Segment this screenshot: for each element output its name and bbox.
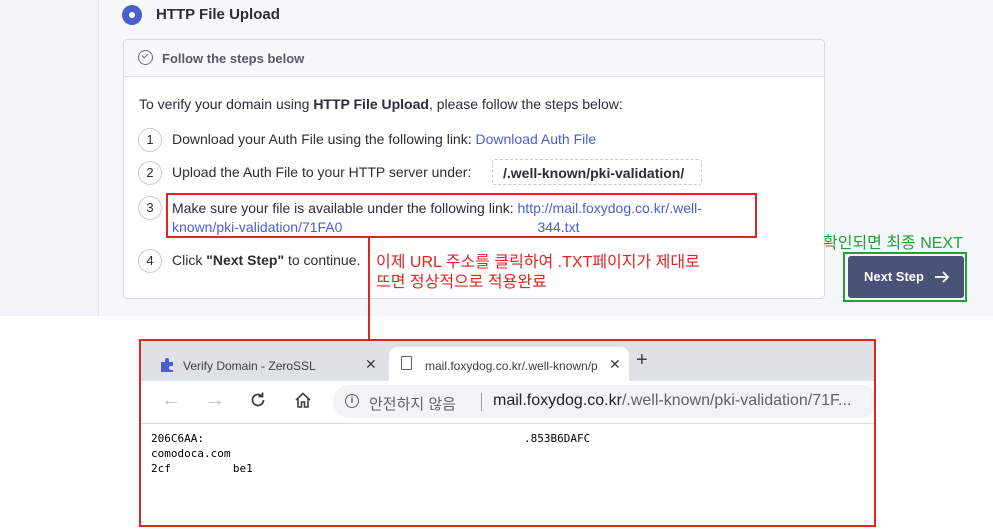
- http-upload-radio[interactable]: [122, 5, 142, 25]
- intro-prefix: To verify your domain using: [139, 96, 314, 112]
- step-1-label: Download your Auth File using the follow…: [172, 131, 476, 147]
- page-content: 206C6AA: .853B6DAFC comodoca.com 2cf be1: [151, 431, 590, 476]
- step-4-text: Click "Next Step" to continue.: [172, 252, 360, 268]
- tab-strip: Verify Domain - ZeroSSL ✕ mail.foxydog.c…: [141, 341, 874, 381]
- step-4-prefix: Click: [172, 252, 207, 268]
- step-4-suffix: to continue.: [284, 252, 361, 268]
- step3-highlight-box: [166, 193, 757, 238]
- content-line-2: comodoca.com: [151, 446, 590, 461]
- step-number-3: 3: [138, 196, 162, 220]
- url-host: mail.foxydog.co.kr: [493, 392, 622, 409]
- new-tab-icon[interactable]: +: [636, 349, 648, 372]
- content-line-3: 2cf be1: [151, 461, 590, 476]
- content-line-3-a: 2cf: [151, 462, 171, 475]
- security-status: 안전하지 않음: [369, 396, 456, 413]
- next-step-label: Next Step: [864, 269, 924, 284]
- tab-auth-file[interactable]: mail.foxydog.co.kr/.well-known/p ✕: [389, 347, 629, 381]
- step-2-text: Upload the Auth File to your HTTP server…: [172, 164, 472, 180]
- content-line-2-a: comodoca.com: [151, 447, 231, 460]
- address-url: mail.foxydog.co.kr/.well-known/pki-valid…: [493, 392, 851, 410]
- steps-card-title: Follow the steps below: [162, 51, 305, 66]
- tab-verify-domain-title: Verify Domain - ZeroSSL: [183, 359, 316, 373]
- step-number-1: 1: [138, 128, 162, 152]
- browser-window: Verify Domain - ZeroSSL ✕ mail.foxydog.c…: [139, 339, 876, 527]
- intro-text: To verify your domain using HTTP File Up…: [139, 96, 623, 112]
- info-icon[interactable]: i: [345, 394, 359, 408]
- browser-toolbar: ← → i 안전하지 않음 mail.foxydog.co.kr/.well-k…: [141, 381, 874, 424]
- document-icon: [401, 356, 412, 370]
- arrow-right-icon: [935, 271, 950, 283]
- callout-connector-line: [368, 238, 370, 340]
- forward-icon[interactable]: →: [205, 389, 225, 412]
- address-bar[interactable]: i 안전하지 않음 mail.foxydog.co.kr/.well-known…: [333, 385, 874, 418]
- korean-annotation-line1: 이제 URL 주소를 클릭하여 .TXT페이지가 제대로: [376, 254, 700, 271]
- next-step-button[interactable]: Next Step: [848, 256, 964, 298]
- step-4-bold: "Next Step": [206, 252, 285, 268]
- check-circle-icon: [138, 50, 153, 65]
- step-number-4: 4: [138, 249, 162, 273]
- step-1-text: Download your Auth File using the follow…: [172, 131, 596, 147]
- next-annotation: 확인되면 최종 NEXT: [823, 235, 963, 252]
- content-line-3-b: be1: [232, 462, 253, 475]
- intro-bold: HTTP File Upload: [313, 96, 429, 112]
- reload-icon[interactable]: [249, 391, 267, 409]
- home-icon[interactable]: [294, 391, 312, 409]
- close-icon[interactable]: ✕: [365, 356, 377, 373]
- content-line-1-a: 206C6AA:: [151, 432, 204, 445]
- close-icon[interactable]: ✕: [609, 356, 621, 373]
- content-line-1-b: .853B6DAFC: [523, 432, 591, 445]
- korean-annotation: 이제 URL 주소를 클릭하여 .TXT페이지가 제대로 뜨면 정상적으로 적용…: [376, 253, 700, 293]
- tab-verify-domain[interactable]: Verify Domain - ZeroSSL ✕: [145, 349, 385, 381]
- puzzle-icon: [161, 358, 173, 372]
- method-title: HTTP File Upload: [156, 6, 280, 23]
- address-separator: [481, 393, 482, 411]
- tab-auth-file-title: mail.foxydog.co.kr/.well-known/p: [425, 359, 598, 373]
- download-auth-file-link[interactable]: Download Auth File: [476, 131, 597, 147]
- back-icon[interactable]: ←: [161, 389, 181, 412]
- upload-path-box[interactable]: /.well-known/pki-validation/: [492, 159, 702, 185]
- step-number-2: 2: [138, 161, 162, 185]
- content-line-1: 206C6AA: .853B6DAFC: [151, 431, 590, 446]
- intro-suffix: , please follow the steps below:: [428, 96, 623, 112]
- steps-card-header: Follow the steps below: [124, 40, 824, 77]
- url-path: /.well-known/pki-validation/71F...: [621, 392, 852, 409]
- korean-annotation-line2: 뜨면 정상적으로 적용완료: [376, 274, 547, 291]
